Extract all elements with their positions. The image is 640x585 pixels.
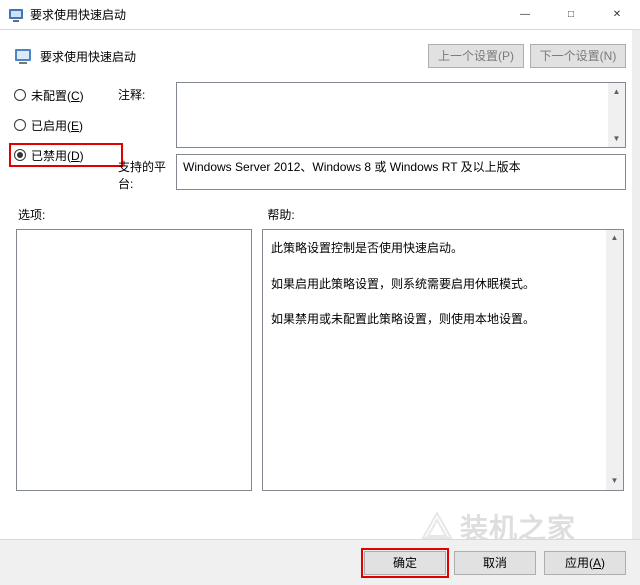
scroll-up-icon[interactable]: ▲	[608, 83, 625, 100]
help-line: 如果禁用或未配置此策略设置，则使用本地设置。	[271, 309, 601, 331]
ok-button[interactable]: 确定	[364, 551, 446, 575]
comment-input[interactable]: ▲ ▼	[176, 82, 626, 148]
ok-label: 确定	[393, 556, 417, 570]
radio-icon	[14, 119, 26, 131]
policy-icon	[14, 47, 32, 65]
help-label: 帮助:	[267, 206, 294, 223]
radio-not-configured[interactable]: 未配置(C)	[14, 86, 118, 104]
scrollbar[interactable]: ▲ ▼	[606, 230, 623, 490]
panes-row: 此策略设置控制是否使用快速启动。 如果启用此策略设置，则系统需要启用休眠模式。 …	[14, 229, 626, 491]
pane-labels: 选项: 帮助:	[14, 206, 626, 223]
options-label: 选项:	[18, 206, 45, 223]
maximize-button[interactable]: □	[548, 0, 594, 29]
scroll-down-icon[interactable]: ▼	[606, 473, 623, 490]
apply-label: 应用(A)	[565, 556, 605, 570]
radio-group: 未配置(C) 已启用(E) 已禁用(D)	[14, 82, 118, 192]
scroll-up-icon[interactable]: ▲	[606, 230, 623, 247]
next-setting-button[interactable]: 下一个设置(N)	[530, 44, 626, 68]
minimize-button[interactable]: —	[502, 0, 548, 29]
platform-value: Windows Server 2012、Windows 8 或 Windows …	[183, 160, 521, 174]
apply-button[interactable]: 应用(A)	[544, 551, 626, 575]
right-edge-strip	[632, 30, 640, 539]
scroll-track[interactable]	[608, 100, 625, 130]
prev-setting-label: 上一个设置(P)	[438, 49, 514, 63]
platform-row: 支持的平台: Windows Server 2012、Windows 8 或 W…	[118, 154, 626, 192]
cancel-label: 取消	[483, 556, 507, 570]
app-icon	[8, 7, 24, 23]
fields-column: 注释: ▲ ▼ 支持的平台: Windows Server 2012、Windo…	[118, 82, 626, 192]
comment-row: 注释: ▲ ▼	[118, 82, 626, 148]
content-area: 要求使用快速启动 上一个设置(P) 下一个设置(N) 未配置(C) 已启用(E)…	[0, 30, 640, 491]
radio-icon	[14, 89, 26, 101]
footer: 确定 取消 应用(A)	[0, 539, 640, 585]
close-button[interactable]: ✕	[594, 0, 640, 29]
scrollbar[interactable]: ▲ ▼	[608, 83, 625, 147]
config-area: 未配置(C) 已启用(E) 已禁用(D) 注释: ▲	[14, 82, 626, 192]
scroll-down-icon[interactable]: ▼	[608, 130, 625, 147]
radio-enabled[interactable]: 已启用(E)	[14, 116, 118, 134]
window-controls: — □ ✕	[502, 0, 640, 29]
help-pane: 此策略设置控制是否使用快速启动。 如果启用此策略设置，则系统需要启用休眠模式。 …	[262, 229, 624, 491]
help-line: 此策略设置控制是否使用快速启动。	[271, 238, 601, 260]
options-pane	[16, 229, 252, 491]
policy-title: 要求使用快速启动	[40, 48, 422, 65]
window-title: 要求使用快速启动	[30, 6, 502, 23]
platform-box: Windows Server 2012、Windows 8 或 Windows …	[176, 154, 626, 190]
radio-disabled[interactable]: 已禁用(D)	[14, 146, 118, 164]
radio-icon	[14, 149, 26, 161]
titlebar: 要求使用快速启动 — □ ✕	[0, 0, 640, 30]
help-line: 如果启用此策略设置，则系统需要启用休眠模式。	[271, 274, 601, 296]
platform-label: 支持的平台:	[118, 154, 176, 192]
header-row: 要求使用快速启动 上一个设置(P) 下一个设置(N)	[14, 40, 626, 72]
disabled-highlight: 已禁用(D)	[9, 143, 123, 167]
prev-setting-button[interactable]: 上一个设置(P)	[428, 44, 524, 68]
radio-disabled-label: 已禁用(D)	[31, 147, 84, 164]
scroll-track[interactable]	[606, 247, 623, 473]
radio-not-configured-label: 未配置(C)	[31, 87, 84, 104]
comment-label: 注释:	[118, 82, 176, 103]
cancel-button[interactable]: 取消	[454, 551, 536, 575]
next-setting-label: 下一个设置(N)	[540, 49, 617, 63]
radio-enabled-label: 已启用(E)	[31, 117, 83, 134]
